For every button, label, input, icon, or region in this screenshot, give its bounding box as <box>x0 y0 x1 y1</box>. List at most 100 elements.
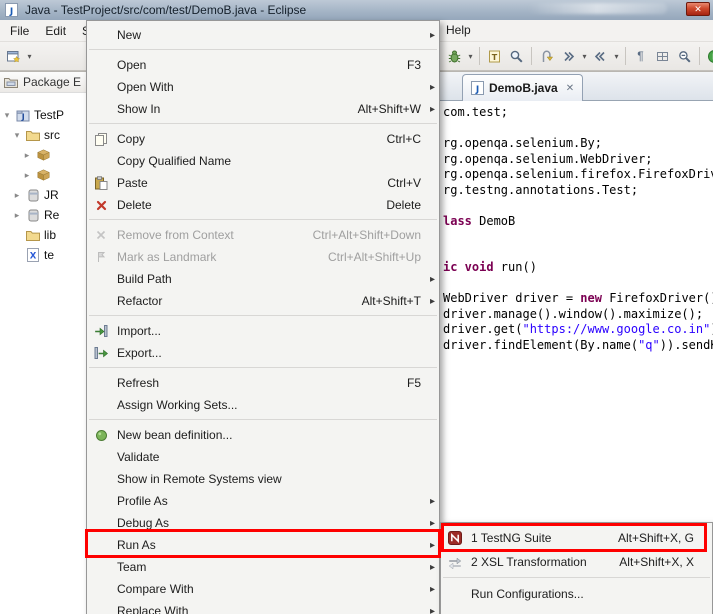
remove-context-icon <box>91 229 111 241</box>
code-line <box>443 276 713 292</box>
prev-annotation-icon[interactable] <box>590 45 611 67</box>
code-line: driver.get("https://www.google.co.in"); <box>443 322 713 338</box>
menu-item-label: Delete <box>117 198 152 212</box>
tab-close-icon[interactable] <box>566 83 574 94</box>
code-line: rg.openqa.selenium.WebDriver; <box>443 152 713 168</box>
menu-item-label: Export... <box>117 346 162 360</box>
menu-item-shortcut: F5 <box>407 376 421 390</box>
submenu-arrow-icon: ▸ <box>421 518 435 529</box>
context-menu-item-copy[interactable]: Copy Ctrl+C <box>87 128 439 150</box>
context-menu-item-export[interactable]: Export... <box>87 342 439 364</box>
debug-icon[interactable] <box>444 45 465 67</box>
menu-item-shortcut: Ctrl+Alt+Shift+Up <box>328 250 421 264</box>
context-menu-item-profile-as[interactable]: Profile As▸ <box>87 490 439 512</box>
annotation-box-testng-suite <box>441 523 707 552</box>
menubar-item-edit[interactable]: Edit <box>37 21 74 41</box>
dropdown-arrow-icon[interactable]: ▾ <box>25 52 34 61</box>
menu-item-label: Mark as Landmark <box>117 250 216 264</box>
menu-item-label: Copy Qualified Name <box>117 154 231 168</box>
context-menu-item-validate[interactable]: Validate <box>87 446 439 468</box>
menu-item-label: Open <box>117 58 146 72</box>
menu-item-label: Build Path <box>117 272 172 286</box>
context-menu-item-new-bean-definition[interactable]: New bean definition... <box>87 424 439 446</box>
menu-item-label: Replace With <box>117 604 188 614</box>
xml-file-icon: X <box>25 248 41 262</box>
xsl-icon <box>445 555 465 569</box>
import-icon <box>91 324 111 338</box>
run-icon[interactable] <box>704 45 713 67</box>
menu-item-shortcut: F3 <box>407 58 421 72</box>
context-menu-item-team[interactable]: Team▸ <box>87 556 439 578</box>
context-menu-item-mark-as-landmark[interactable]: Mark as Landmark Ctrl+Alt+Shift+Up <box>87 246 439 268</box>
menu-item-label: Refresh <box>117 376 159 390</box>
context-menu-item-build-path[interactable]: Build Path▸ <box>87 268 439 290</box>
eclipse-java-icon: J <box>5 3 20 18</box>
context-menu-item-copy-qualified-name[interactable]: Copy Qualified Name <box>87 150 439 172</box>
new-wizard-icon[interactable] <box>3 45 24 67</box>
annotation-box-run-as <box>85 529 441 558</box>
code-line: WebDriver driver = new FirefoxDriver(); <box>443 291 713 307</box>
context-menu-item-delete[interactable]: DeleteDelete <box>87 194 439 216</box>
java-project-icon: J <box>15 108 31 122</box>
code-line: ic void run() <box>443 260 713 276</box>
code-line: lass DemoB <box>443 214 713 230</box>
editor-tab-demob-java[interactable]: J DemoB.java <box>462 74 583 101</box>
dropdown-arrow-icon[interactable]: ▾ <box>466 52 475 61</box>
context-menu-item-remove-from-context[interactable]: Remove from ContextCtrl+Alt+Shift+Down <box>87 224 439 246</box>
toolbar-left: ▾ <box>3 42 34 70</box>
tree-collapsed-icon[interactable]: ▸ <box>22 150 32 161</box>
menu-item-label: Validate <box>117 450 159 464</box>
toolbar-separator <box>531 47 532 65</box>
context-menu-item-show-in[interactable]: Show InAlt+Shift+W▸ <box>87 98 439 120</box>
menu-item-label: Remove from Context <box>117 228 234 242</box>
open-type-icon[interactable]: T <box>484 45 505 67</box>
menu-item-shortcut: Ctrl+C <box>387 132 421 146</box>
menu-item-shortcut: Ctrl+V <box>387 176 421 190</box>
context-menu-item-new[interactable]: New▸ <box>87 24 439 46</box>
editor-tab-label: DemoB.java <box>489 81 558 95</box>
block-selection-icon[interactable] <box>652 45 673 67</box>
menu-item-label: Debug As <box>117 516 169 530</box>
context-menu-item-replace-with[interactable]: Replace With▸ <box>87 600 439 614</box>
context-menu-item-open[interactable]: Open F3 <box>87 54 439 76</box>
tree-collapsed-icon[interactable]: ▸ <box>12 190 22 201</box>
run-as-item-run-configurations[interactable]: Run Configurations... <box>441 582 712 606</box>
menu-item-label: Assign Working Sets... <box>117 398 238 412</box>
context-menu-item-refactor[interactable]: RefactorAlt+Shift+T▸ <box>87 290 439 312</box>
next-annotation-icon[interactable] <box>558 45 579 67</box>
titlebar: J Java - TestProject/src/com/test/DemoB.… <box>0 0 713 20</box>
menu-item-label: Refactor <box>117 294 162 308</box>
context-menu-item-paste[interactable]: PasteCtrl+V <box>87 172 439 194</box>
search-icon[interactable] <box>506 45 527 67</box>
dropdown-arrow-icon[interactable]: ▾ <box>580 52 589 61</box>
submenu-arrow-icon: ▸ <box>421 30 435 41</box>
context-menu-item-refresh[interactable]: Refresh F5 <box>87 372 439 394</box>
context-menu-item-import[interactable]: Import... <box>87 320 439 342</box>
delete-icon <box>91 200 111 211</box>
menu-item-label: 2 XSL Transformation <box>471 555 587 569</box>
tree-item-label: src <box>44 128 60 142</box>
tree-collapsed-icon[interactable]: ▸ <box>12 210 22 221</box>
show-whitespace-icon[interactable]: ¶ <box>630 45 651 67</box>
code-line <box>443 121 713 137</box>
menu-item-label: Copy <box>117 132 145 146</box>
context-menu-item-show-in-remote-systems-view[interactable]: Show in Remote Systems view <box>87 468 439 490</box>
tree-expanded-icon[interactable]: ▾ <box>2 110 12 121</box>
menu-separator <box>89 123 437 124</box>
menu-separator <box>89 315 437 316</box>
context-menu-item-assign-working-sets[interactable]: Assign Working Sets... <box>87 394 439 416</box>
menu-separator <box>89 419 437 420</box>
zoom-icon[interactable] <box>674 45 695 67</box>
tree-collapsed-icon[interactable]: ▸ <box>22 170 32 181</box>
window-close-button[interactable] <box>686 2 710 16</box>
menubar-item-file[interactable]: File <box>2 21 37 41</box>
tree-expanded-icon[interactable]: ▾ <box>12 130 22 141</box>
context-menu-item-open-with[interactable]: Open With▸ <box>87 76 439 98</box>
menubar-item-help[interactable]: Help <box>442 23 475 37</box>
run-as-item-2-xsl-transformation[interactable]: 2 XSL TransformationAlt+Shift+X, X <box>441 550 712 574</box>
last-edit-location-icon[interactable] <box>536 45 557 67</box>
menu-separator <box>89 49 437 50</box>
menu-item-label: Open With <box>117 80 174 94</box>
context-menu-item-compare-with[interactable]: Compare With▸ <box>87 578 439 600</box>
dropdown-arrow-icon[interactable]: ▾ <box>612 52 621 61</box>
